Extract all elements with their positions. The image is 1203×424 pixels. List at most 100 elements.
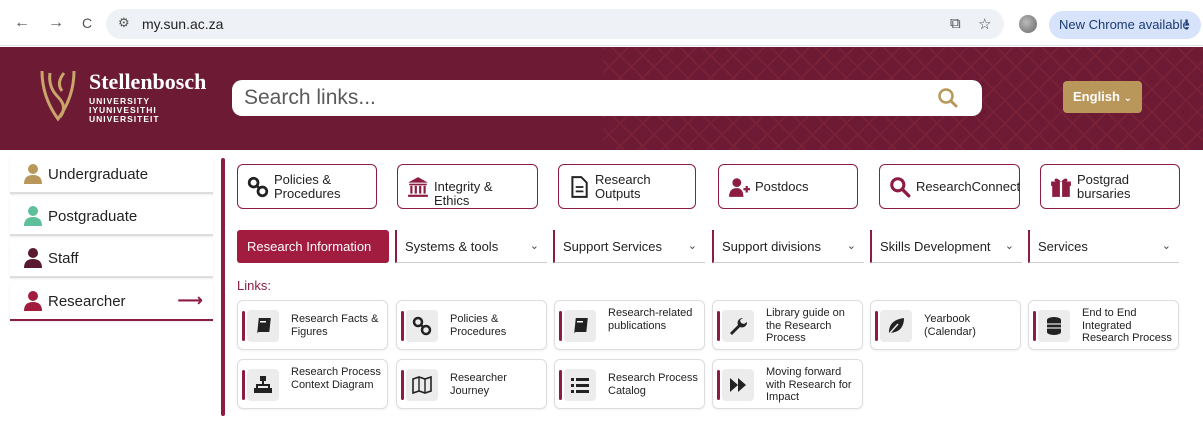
link-card[interactable]: Library guide on the Research Process: [712, 300, 863, 350]
link-card[interactable]: Researcher Journey: [396, 359, 547, 409]
tab-label: Research Information: [247, 239, 372, 254]
new-chrome-label: New Chrome available: [1059, 17, 1190, 32]
card-icon-box: [406, 369, 438, 401]
quick-link-button[interactable]: Integrity & Ethics: [397, 164, 538, 209]
brand-name: Stellenbosch: [89, 69, 207, 94]
site-settings-icon[interactable]: ⚙: [118, 15, 130, 31]
sitemap-icon: [254, 376, 272, 393]
address-bar[interactable]: ⚙ my.sun.ac.za ⧉ ☆: [106, 9, 1004, 39]
bookmark-star-icon[interactable]: ☆: [978, 15, 991, 33]
card-icon-box: [722, 310, 754, 342]
quick-link-button[interactable]: Postgrad bursaries: [1040, 164, 1180, 209]
card-icon-box: [722, 369, 754, 401]
university-logo-icon[interactable]: [38, 67, 78, 123]
section-accent-line: [221, 158, 225, 416]
card-accent-bar: [875, 311, 878, 341]
sidebar-item-researcher[interactable]: Researcher ⟶: [10, 283, 213, 321]
link-card[interactable]: Research Process Context Diagram: [237, 359, 388, 409]
card-accent-bar: [242, 311, 245, 341]
card-icon-box: [880, 310, 912, 342]
gift-icon: [1051, 178, 1071, 197]
book-icon: [574, 318, 588, 334]
quick-link-label: Postdocs: [755, 179, 809, 194]
quick-link-button[interactable]: ResearchConnect: [879, 164, 1020, 209]
person-icon: [24, 206, 42, 226]
reload-icon[interactable]: C: [82, 13, 92, 33]
quick-link-label: Policies & Procedures: [274, 172, 341, 201]
card-accent-bar: [401, 370, 404, 400]
card-icon-box: [247, 369, 279, 401]
card-icon-box: [406, 310, 438, 342]
person-icon: [24, 248, 42, 268]
link-card-label: Research Process Catalog: [608, 372, 698, 397]
language-label: English: [1073, 89, 1120, 104]
map-icon: [412, 375, 432, 395]
tab-systems-tools[interactable]: Systems & tools ⌄: [395, 230, 547, 263]
browser-toolbar: ← → C ⚙ my.sun.ac.za ⧉ ☆ New Chrome avai…: [0, 0, 1203, 46]
tab-support-services[interactable]: Support Services ⌄: [553, 230, 705, 263]
quick-link-label: Postgrad bursaries: [1077, 172, 1131, 201]
tab-skills-development[interactable]: Skills Development ⌄: [870, 230, 1022, 263]
tab-label: Support Services: [563, 239, 662, 254]
link-card[interactable]: Yearbook (Calendar): [870, 300, 1021, 350]
link-card[interactable]: Research Process Catalog: [554, 359, 705, 409]
tab-services[interactable]: Services ⌄: [1028, 230, 1179, 263]
link-card[interactable]: Research Facts & Figures: [237, 300, 388, 350]
wrench-icon: [730, 317, 748, 335]
quick-link-button[interactable]: Postdocs: [718, 164, 858, 209]
database-icon: [1047, 317, 1061, 335]
url-text[interactable]: my.sun.ac.za: [142, 16, 223, 32]
search-icon: [890, 177, 911, 198]
menu-dots-icon[interactable]: ⋮: [1180, 11, 1193, 39]
card-accent-bar: [401, 311, 404, 341]
chevron-down-icon: ⌄: [1004, 240, 1014, 252]
arrow-right-icon: ⟶: [177, 290, 203, 310]
card-accent-bar: [559, 370, 562, 400]
chevron-down-icon: ⌄: [846, 240, 856, 252]
search-input[interactable]: Search links...: [232, 80, 982, 116]
search-placeholder: Search links...: [244, 86, 376, 109]
book-icon: [257, 318, 271, 334]
link-card[interactable]: Moving forward with Research for Impact: [712, 359, 863, 409]
user-plus-icon: [729, 178, 750, 197]
tab-research-information[interactable]: Research Information: [237, 230, 389, 263]
quick-link-label: Integrity & Ethics: [434, 179, 493, 208]
site-header: Stellenbosch UNIVERSITY IYUNIVESITHI UNI…: [0, 47, 1203, 150]
tab-label: Support divisions: [722, 239, 821, 254]
leaf-icon: [888, 318, 904, 335]
install-icon[interactable]: ⧉: [950, 15, 961, 32]
search-icon[interactable]: [937, 87, 959, 109]
back-icon[interactable]: ←: [14, 13, 30, 33]
sidebar-item-label: Researcher: [48, 293, 126, 310]
sidebar-item-label: Undergraduate: [48, 166, 149, 183]
sidebar-item-undergraduate[interactable]: Undergraduate: [10, 156, 213, 194]
tab-label: Skills Development: [880, 239, 991, 254]
chevron-down-icon: ⌄: [529, 240, 539, 252]
links-heading: Links:: [237, 278, 271, 293]
card-icon-box: [1038, 310, 1070, 342]
forward-icon[interactable]: →: [48, 13, 64, 33]
brand-subtitle: UNIVERSITY IYUNIVESITHI UNIVERSITEIT: [89, 97, 160, 124]
link-card-label: Policies & Procedures: [450, 313, 507, 338]
chevron-down-icon: ⌄: [1123, 93, 1132, 104]
sidebar-item-label: Staff: [48, 250, 79, 267]
quick-link-button[interactable]: Research Outputs: [558, 164, 696, 209]
new-chrome-button[interactable]: New Chrome available ⋮: [1049, 11, 1201, 39]
link-card-label: Researcher Journey: [450, 372, 507, 397]
link-card-label: Research Facts & Figures: [291, 313, 379, 338]
sidebar-item-staff[interactable]: Staff: [10, 240, 213, 278]
link-card[interactable]: End to End Integrated Research Process: [1028, 300, 1179, 350]
language-selector[interactable]: English ⌄: [1063, 81, 1142, 113]
link-card-label: Library guide on the Research Process: [766, 307, 845, 344]
tab-support-divisions[interactable]: Support divisions ⌄: [712, 230, 864, 263]
link-card[interactable]: Research-related publications: [554, 300, 705, 350]
profile-avatar[interactable]: [1019, 15, 1037, 33]
chevron-down-icon: ⌄: [1161, 240, 1171, 252]
card-accent-bar: [242, 370, 245, 400]
link-card[interactable]: Policies & Procedures: [396, 300, 547, 350]
card-icon-box: [564, 369, 596, 401]
sidebar-item-postgraduate[interactable]: Postgraduate: [10, 198, 213, 236]
card-icon-box: [564, 310, 596, 342]
sidebar-item-label: Postgraduate: [48, 208, 138, 225]
quick-link-button[interactable]: Policies & Procedures: [237, 164, 377, 209]
